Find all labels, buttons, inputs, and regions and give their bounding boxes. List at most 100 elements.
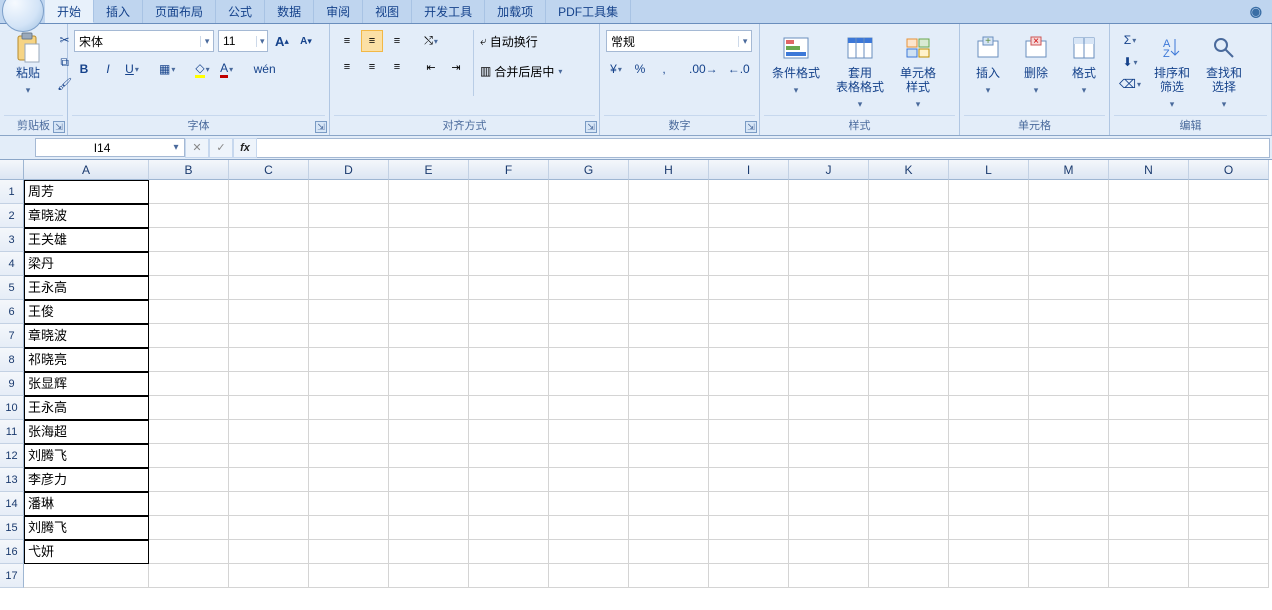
tab-view[interactable]: 视图 <box>363 0 412 23</box>
cell[interactable]: 祁晓亮 <box>24 348 149 372</box>
cell[interactable] <box>309 372 389 396</box>
cell[interactable] <box>1109 180 1189 204</box>
format-cells-button[interactable]: 格式 <box>1062 30 1106 98</box>
cell[interactable] <box>949 372 1029 396</box>
cell[interactable] <box>469 444 549 468</box>
cell[interactable] <box>549 276 629 300</box>
orientation-button[interactable]: ⤭ <box>420 30 442 52</box>
find-select-button[interactable]: 查找和 选择 <box>1200 30 1248 112</box>
column-header[interactable]: K <box>869 160 949 180</box>
cell[interactable] <box>469 468 549 492</box>
cell[interactable] <box>389 228 469 252</box>
cell[interactable] <box>549 300 629 324</box>
cell[interactable] <box>229 444 309 468</box>
comma-button[interactable]: , <box>654 59 674 79</box>
cell[interactable] <box>629 204 709 228</box>
cell[interactable] <box>229 492 309 516</box>
font-dialog-launcher[interactable]: ⇲ <box>315 121 327 133</box>
cell[interactable] <box>1189 396 1269 420</box>
clear-button[interactable]: ⌫ <box>1116 74 1144 94</box>
cell[interactable] <box>949 276 1029 300</box>
cell[interactable] <box>709 396 789 420</box>
enter-formula-button[interactable]: ✓ <box>209 138 233 158</box>
cell[interactable] <box>709 252 789 276</box>
cell[interactable] <box>709 516 789 540</box>
cell[interactable] <box>789 228 869 252</box>
percent-button[interactable]: % <box>630 59 650 79</box>
cell[interactable] <box>789 300 869 324</box>
column-header[interactable]: O <box>1189 160 1269 180</box>
cell[interactable] <box>869 444 949 468</box>
cell[interactable] <box>1189 180 1269 204</box>
column-header[interactable]: H <box>629 160 709 180</box>
cell[interactable] <box>1109 516 1189 540</box>
cell[interactable] <box>1189 228 1269 252</box>
cell[interactable] <box>229 204 309 228</box>
cell[interactable] <box>709 300 789 324</box>
cell[interactable] <box>789 252 869 276</box>
cell[interactable] <box>629 252 709 276</box>
increase-decimal-button[interactable]: .00→ <box>686 59 721 79</box>
cell[interactable] <box>869 396 949 420</box>
cell[interactable] <box>1109 276 1189 300</box>
decrease-font-button[interactable]: A▾ <box>296 31 316 51</box>
cell[interactable] <box>1109 420 1189 444</box>
cell[interactable] <box>309 564 389 588</box>
cell[interactable] <box>789 396 869 420</box>
increase-font-button[interactable]: A▴ <box>272 31 292 51</box>
cell[interactable] <box>1109 204 1189 228</box>
autosum-button[interactable]: Σ <box>1116 30 1144 50</box>
cell[interactable] <box>629 324 709 348</box>
cell[interactable] <box>1109 324 1189 348</box>
align-right-button[interactable]: ≡ <box>386 56 408 78</box>
cell[interactable] <box>549 348 629 372</box>
clipboard-dialog-launcher[interactable]: ⇲ <box>53 121 65 133</box>
cell[interactable] <box>1189 252 1269 276</box>
cell[interactable] <box>869 276 949 300</box>
tab-formulas[interactable]: 公式 <box>216 0 265 23</box>
cell[interactable] <box>389 396 469 420</box>
cell[interactable] <box>149 564 229 588</box>
cell[interactable] <box>1029 228 1109 252</box>
cell[interactable] <box>1189 372 1269 396</box>
row-header[interactable]: 5 <box>0 276 24 300</box>
cell[interactable] <box>789 204 869 228</box>
underline-button[interactable]: U <box>122 59 142 79</box>
cell[interactable] <box>1189 564 1269 588</box>
borders-button[interactable]: ▦ <box>156 59 178 79</box>
cell[interactable] <box>389 252 469 276</box>
cell[interactable] <box>709 324 789 348</box>
cell[interactable] <box>549 564 629 588</box>
align-top-button[interactable]: ≡ <box>336 30 358 52</box>
cell[interactable] <box>709 348 789 372</box>
cell[interactable] <box>549 324 629 348</box>
number-format-combo[interactable]: ▾ <box>606 30 752 52</box>
cell[interactable] <box>549 252 629 276</box>
cell[interactable] <box>229 348 309 372</box>
cell[interactable] <box>789 324 869 348</box>
cell[interactable] <box>309 396 389 420</box>
cell[interactable] <box>629 348 709 372</box>
cell[interactable] <box>789 420 869 444</box>
cell-grid[interactable]: 周芳章晓波王关雄梁丹王永高王俊章晓波祁晓亮张显辉王永高张海超刘腾飞李彦力潘琳刘腾… <box>24 180 1269 610</box>
row-header[interactable]: 15 <box>0 516 24 540</box>
cell[interactable] <box>629 300 709 324</box>
cell[interactable]: 梁丹 <box>24 252 149 276</box>
cell[interactable] <box>309 492 389 516</box>
cell[interactable] <box>1189 276 1269 300</box>
row-header[interactable]: 11 <box>0 420 24 444</box>
cancel-formula-button[interactable]: ✕ <box>185 138 209 158</box>
cell[interactable]: 弋妍 <box>24 540 149 564</box>
decrease-indent-button[interactable]: ⇤ <box>420 56 442 78</box>
cell[interactable] <box>149 252 229 276</box>
cell[interactable] <box>469 372 549 396</box>
cell[interactable] <box>629 564 709 588</box>
cell[interactable] <box>1109 468 1189 492</box>
cell[interactable] <box>309 228 389 252</box>
cell[interactable] <box>1029 468 1109 492</box>
cell[interactable]: 王关雄 <box>24 228 149 252</box>
alignment-dialog-launcher[interactable]: ⇲ <box>585 121 597 133</box>
cell[interactable] <box>629 516 709 540</box>
cell[interactable] <box>869 540 949 564</box>
cell[interactable] <box>1029 276 1109 300</box>
